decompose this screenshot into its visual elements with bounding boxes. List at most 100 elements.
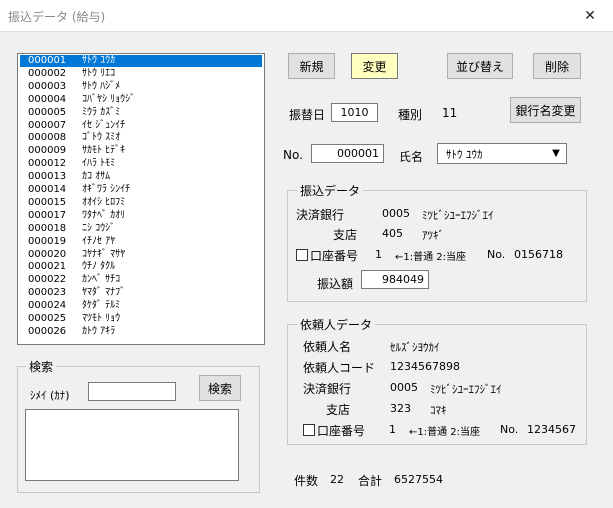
bank-rename-button[interactable]: 銀行名変更 <box>510 97 581 123</box>
list-item-name: ﾔﾏﾀﾞ ﾏﾅﾌﾞ <box>82 287 126 299</box>
delete-button[interactable]: 削除 <box>533 53 581 79</box>
transfer-account-label-text: 口座番号 <box>310 249 359 263</box>
transfer-amount-input[interactable]: 984049 <box>361 270 429 289</box>
list-item-code: 000013 <box>28 171 67 183</box>
list-item[interactable]: 000002 ｻﾄｳ ﾘｴｺ <box>20 68 262 80</box>
requester-account-hint: ←1:普通 2:当座 <box>409 427 481 438</box>
requester-bank-label: 決済銀行 <box>303 382 352 396</box>
no-label: No. <box>283 148 303 162</box>
search-button[interactable]: 検索 <box>199 375 241 401</box>
list-item-name: ｻﾄｳ ﾊｼﾞﾒ <box>82 80 121 92</box>
requester-account-label: 口座番号 <box>303 422 365 439</box>
list-item-code: 000022 <box>28 274 67 286</box>
transfer-bank-label: 決済銀行 <box>296 208 345 222</box>
list-item-code: 000025 <box>28 313 67 324</box>
transfer-date-input[interactable]: 1010 <box>331 103 378 122</box>
search-kana-label: ｼﾒｲ (ｶﾅ) <box>30 389 70 402</box>
no-input[interactable]: 000001 <box>311 144 384 163</box>
list-item[interactable]: 000013 ｶｺ ｵｻﾑ <box>20 171 262 183</box>
chevron-down-icon[interactable]: ▼ <box>548 145 564 162</box>
list-item-code: 000004 <box>28 93 67 105</box>
list-item-name: ｶﾝﾍﾞ ｻﾁｺ <box>82 274 121 286</box>
list-item-code: 000021 <box>28 261 67 273</box>
list-item[interactable]: 000026 ｶﾄｳ ｱｷﾗ <box>20 326 262 338</box>
list-item[interactable]: 000015 ｵｵｲｼ ﾋﾛﾌﾐ <box>20 197 262 209</box>
list-item[interactable]: 000020 ｺﾔﾅｷﾞ ﾏｻﾔ <box>20 249 262 261</box>
list-item-code: 000007 <box>28 119 67 131</box>
requester-bank-name: ﾐﾂﾋﾞｼﾕｰｴﾌｼﾞｴｲ <box>430 383 502 396</box>
transfer-date-label: 振替日 <box>289 108 326 122</box>
requester-account-no: 1234567 <box>527 423 576 436</box>
list-item[interactable]: 000004 ｺﾊﾞﾔｼ ﾘｮｳｼﾞ <box>20 94 262 106</box>
list-item-name: ｻﾄｳ ﾕｳｶ <box>82 55 116 66</box>
new-button[interactable]: 新規 <box>288 53 335 79</box>
account-checkbox-icon <box>296 249 308 261</box>
transfer-branch-code: 405 <box>382 227 403 240</box>
list-item[interactable]: 000014 ｵｷﾞﾜﾗ ｼﾝｲﾁ <box>20 184 262 196</box>
transfer-account-hint: ←1:普通 2:当座 <box>395 252 467 263</box>
window-title: 振込データ (給与) <box>8 10 106 24</box>
requester-account-type: 1 <box>389 423 396 436</box>
name-combobox[interactable]: ｻﾄｳ ﾕｳｶ ▼ <box>437 143 567 164</box>
list-item-code: 000017 <box>28 209 67 221</box>
requester-group-label: 依頼人データ <box>297 316 376 333</box>
requester-branch-code: 323 <box>390 402 411 415</box>
list-item[interactable]: 000017 ﾜﾀﾅﾍﾞ ｶｵﾘ <box>20 210 262 222</box>
list-item-code: 000014 <box>28 184 67 195</box>
close-icon[interactable]: ✕ <box>578 5 602 27</box>
list-item-name: ｶｺ ｵｻﾑ <box>82 171 111 183</box>
list-item[interactable]: 000021 ｳﾁﾉ ﾀｸﾙ <box>20 261 262 273</box>
list-item-code: 000026 <box>28 325 67 337</box>
list-item-name: ｳﾁﾉ ﾀｸﾙ <box>82 261 116 273</box>
sort-button[interactable]: 並び替え <box>447 53 513 79</box>
list-item-code: 000002 <box>28 67 67 79</box>
list-item-code: 000001 <box>28 55 67 66</box>
list-item-code: 000020 <box>28 248 67 260</box>
requester-account-label-text: 口座番号 <box>317 424 366 438</box>
list-item[interactable]: 000005 ﾐｳﾗ ｶｽﾞﾐ <box>20 107 262 119</box>
list-item-code: 000019 <box>28 235 67 247</box>
list-item[interactable]: 000001 ｻﾄｳ ﾕｳｶ <box>20 55 262 67</box>
requester-account-no-label: No. <box>500 423 519 436</box>
list-item[interactable]: 000008 ｺﾞﾄｳ ｽﾐｵ <box>20 132 262 144</box>
transfer-account-type: 1 <box>375 248 382 261</box>
list-item[interactable]: 000018 ﾆｼ ｺｳｼﾞ <box>20 223 262 235</box>
list-item-name: ｲｾ ｼﾞｭﾝｲﾁ <box>82 119 126 131</box>
search-results-box[interactable] <box>25 409 239 481</box>
list-item[interactable]: 000007 ｲｾ ｼﾞｭﾝｲﾁ <box>20 120 262 132</box>
list-item[interactable]: 000023 ﾔﾏﾀﾞ ﾏﾅﾌﾞ <box>20 287 262 299</box>
list-item[interactable]: 000012 ｲﾊﾗ ﾄﾓﾐ <box>20 158 262 170</box>
requester-branch-name: ｺﾏｷ <box>430 404 447 417</box>
list-item-name: ｺﾊﾞﾔｼ ﾘｮｳｼﾞ <box>82 93 136 105</box>
requester-code-value: 1234567898 <box>390 360 460 373</box>
transfer-amount-label: 振込額 <box>317 277 354 291</box>
transfer-branch-label: 支店 <box>333 228 358 242</box>
list-item[interactable]: 000003 ｻﾄｳ ﾊｼﾞﾒ <box>20 81 262 93</box>
requester-branch-label: 支店 <box>326 403 351 417</box>
change-button[interactable]: 変更 <box>351 53 398 79</box>
search-kana-input[interactable] <box>88 382 176 401</box>
list-item-name: ﾀｹﾀﾞ ﾃﾙﾐ <box>82 300 121 312</box>
list-item-code: 000008 <box>28 132 67 144</box>
list-item-code: 000009 <box>28 145 67 157</box>
title-bar: 振込データ (給与) ✕ <box>0 0 613 31</box>
list-item-name: ｺﾞﾄｳ ｽﾐｵ <box>82 132 121 144</box>
count-label: 件数 <box>294 474 319 488</box>
list-item-name: ｲﾊﾗ ﾄﾓﾐ <box>82 158 116 170</box>
search-group-label: 検索 <box>26 358 57 375</box>
list-item-code: 000003 <box>28 80 67 92</box>
list-item[interactable]: 000022 ｶﾝﾍﾞ ｻﾁｺ <box>20 274 262 286</box>
list-item-code: 000012 <box>28 158 67 170</box>
list-item[interactable]: 000024 ﾀｹﾀﾞ ﾃﾙﾐ <box>20 300 262 312</box>
list-item[interactable]: 000009 ｻｶﾓﾄ ﾋﾃﾞｷ <box>20 145 262 157</box>
list-item-name: ﾆｼ ｺｳｼﾞ <box>82 222 116 234</box>
list-item-name: ﾏﾂﾓﾄ ﾘｮｳ <box>82 313 121 324</box>
requester-bank-code: 0005 <box>390 381 418 394</box>
transfer-account-no-label: No. <box>487 248 506 261</box>
list-item[interactable]: 000025 ﾏﾂﾓﾄ ﾘｮｳ <box>20 313 262 325</box>
list-item[interactable]: 000019 ｲﾁﾉｾ ｱﾔ <box>20 236 262 248</box>
name-label: 氏名 <box>399 150 424 164</box>
list-item-code: 000005 <box>28 106 67 118</box>
employee-listbox[interactable]: 000001 ｻﾄｳ ﾕｳｶ 000002 ｻﾄｳ ﾘｴｺ 000003 ｻﾄｳ ﾊｼﾞﾒ… <box>17 53 265 345</box>
total-label: 合計 <box>358 474 383 488</box>
